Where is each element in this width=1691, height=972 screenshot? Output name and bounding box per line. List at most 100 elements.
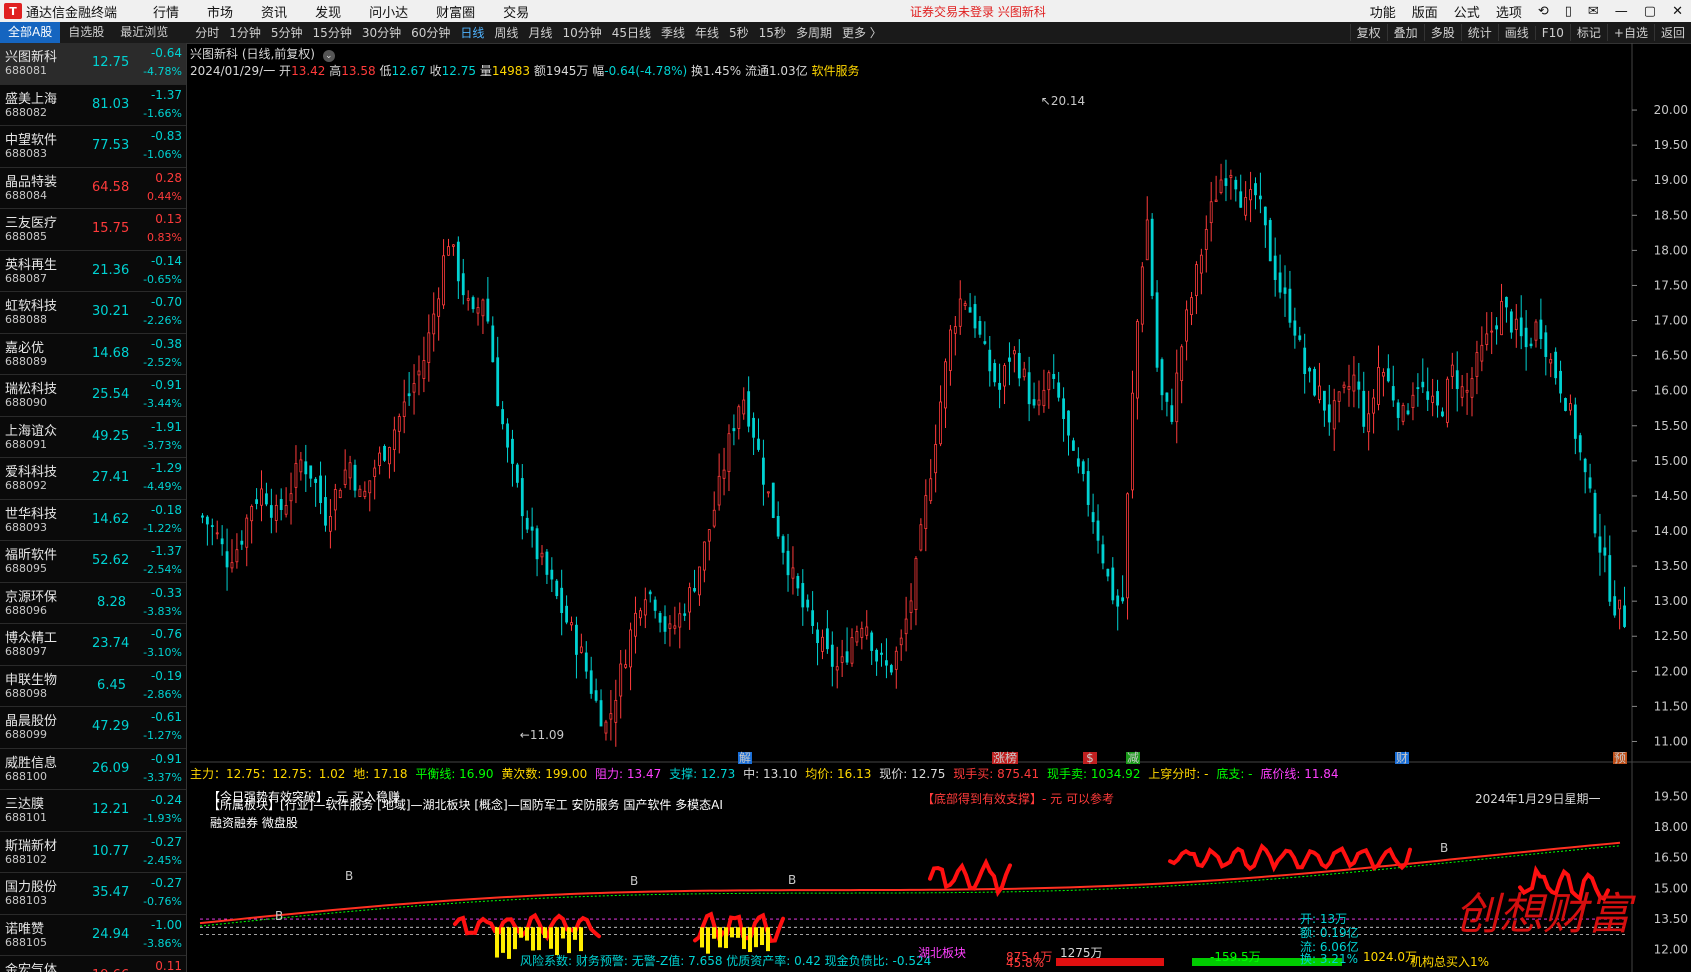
candle-body [1160,359,1164,396]
info-range-label: 幅 [592,64,605,78]
candle-body [1505,296,1508,308]
info-sector[interactable]: 软件服务 [812,64,860,78]
candle-body [274,504,278,521]
candle-body [860,627,864,638]
candle-body [1234,179,1238,190]
candle-body [1101,544,1105,564]
candle-body [919,524,923,551]
candle-body [373,467,377,477]
candle-body [1386,368,1390,382]
candle-body [299,459,303,473]
candle-body [673,625,677,629]
main-force-line [928,857,1012,898]
y-tick-label: 20.00 [1654,103,1688,117]
candle-body [1436,391,1439,406]
main-force-line [1168,842,1412,873]
candle-body [215,532,219,535]
candle-body [1342,384,1346,388]
ind-xsmai: 现手卖: 1034.92 [1046,767,1141,781]
y-tick-label: 17.50 [1654,278,1688,292]
candle-body [1623,605,1626,627]
candle-body [1145,219,1149,261]
volume-bar [519,927,523,938]
candle-body [668,623,672,629]
candle-body [1465,389,1469,393]
candle-body [1441,411,1444,417]
candle-body [702,541,706,571]
candle-body [314,478,318,483]
candle-body [511,438,514,464]
candle-body [1022,368,1026,378]
candle-body [1578,435,1582,453]
candle-body [599,700,603,727]
candle-body [1450,364,1454,377]
candle-body [1475,352,1479,377]
volume-bar [531,927,535,951]
y-tick-label: 14.00 [1654,524,1688,538]
candle-body [830,644,834,667]
candle-body [801,583,805,608]
sum-volume: 1275万 [1060,946,1103,960]
candle-body [1583,458,1587,473]
candle-body [791,567,795,579]
ind-huang: 黄次数: 199.00 [501,767,588,781]
candle-body [1116,595,1120,607]
ind-zhong: 中: 13.10 [743,767,798,781]
region-label: 湖北板块 [918,946,967,960]
y-tick-label: 14.50 [1654,489,1688,503]
candle-body [1431,395,1435,403]
candle-body [1613,596,1617,616]
candle-body [688,587,692,613]
candle-body [712,509,716,527]
candle-body [269,505,273,518]
candle-body [1569,403,1572,411]
candle-body [732,428,736,432]
candle-body [1406,410,1410,415]
candle-body [1529,343,1533,347]
signal-b-marker: B [630,874,638,888]
candle-body [1219,179,1223,193]
candle-body [1598,536,1602,553]
candle-body [392,429,396,450]
ind-dz: 底支: - [1216,767,1253,781]
candle-body [279,499,283,510]
event-marker: 预 [1614,751,1626,765]
candle-body [1362,390,1366,427]
event-marker: 涨榜 [993,750,1017,765]
candle-body [447,246,450,256]
candle-body [747,391,751,427]
y-tick-label: 11.50 [1654,699,1688,713]
candle-body [752,417,755,438]
volume-bar [507,927,511,959]
candle-body [530,526,534,531]
candle-body [407,393,411,397]
signal-b-marker: B [1440,841,1448,855]
candle-body [722,469,726,479]
chevron-down-icon[interactable]: ⌄ [322,50,335,62]
candle-body [575,624,578,655]
candle-body [1396,402,1400,418]
candle-body [368,480,372,494]
candle-body [1126,493,1129,599]
info-high: 13.58 [341,64,376,78]
candle-body [245,517,249,548]
volume-bar [712,927,716,939]
candle-body [1185,309,1188,342]
candle-body [319,475,322,504]
y-tick-label: 13.50 [1654,559,1688,573]
candle-body [663,616,667,632]
volume-bar [760,927,764,946]
candle-body [1500,301,1503,336]
ohlc-info-line: 2024/01/29/一 开13.42 高13.58 低12.67 收12.75… [190,62,860,79]
candle-body [855,631,859,643]
candle-body [737,406,741,429]
candle-body [870,632,874,651]
candle-body [584,652,588,672]
y-tick-label: 19.00 [1654,173,1688,187]
candle-body [1416,387,1420,390]
info-float: 流通1.03亿 [744,64,808,78]
volume-bar [495,927,499,958]
candle-body [1199,254,1203,274]
candle-body [1244,197,1248,216]
y-tick-label: 15.00 [1654,454,1688,468]
